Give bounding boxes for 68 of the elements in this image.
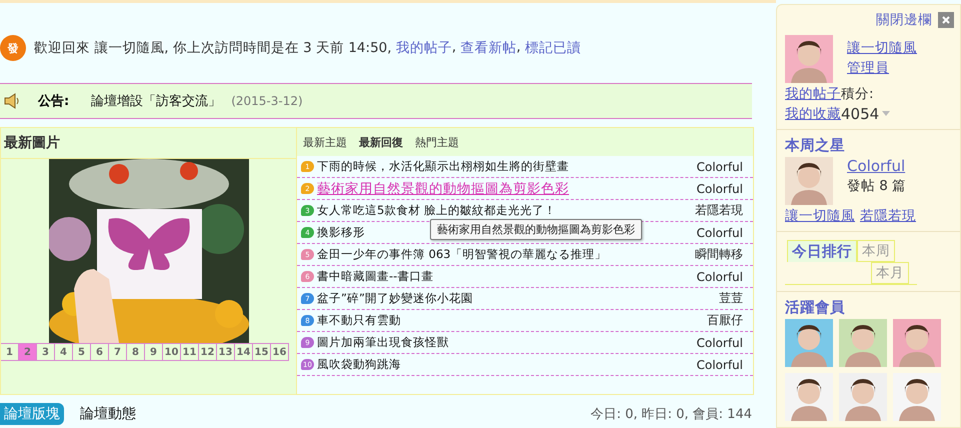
page-number[interactable]: 5 [73,343,91,361]
forum-logo-icon: 發 [0,35,26,61]
user-link[interactable]: 若隱若現 [860,207,916,225]
ranking-tab[interactable]: 本周 [857,240,895,262]
topic-link[interactable]: 風吹袋動狗跳海 [317,357,694,372]
welcome-link[interactable]: 我的帖子 [396,39,452,57]
page-number[interactable]: 13 [217,343,235,361]
page-number[interactable]: 9 [145,343,163,361]
topic-author: 百厭仔 [707,312,743,329]
topic-author: 瞬間轉移 [695,246,743,263]
page-number[interactable]: 16 [271,343,289,361]
user-link[interactable]: 讓一切隨風 [847,39,917,57]
topic-author: 荳荳 [719,290,743,307]
points-label: 積分: [841,85,874,103]
role-link[interactable]: 管理員 [847,59,917,77]
announcement-date: (2015-3-12) [231,94,303,108]
section-title: 本周之星 [785,136,846,155]
tooltip: 藝術家用自然景觀的動物摳圖為剪影色彩 [430,219,642,240]
topic-link[interactable]: 女人常吃這5款食材 臉上的皺紋都走光光了！ [317,203,692,218]
topic-tab[interactable]: 熱門主題 [415,134,459,150]
topic-author: Colorful [696,358,743,372]
my-posts-link[interactable]: 我的帖子 [785,85,841,103]
user-link[interactable]: 讓一切隨風 [785,207,855,225]
topic-author: Colorful [696,226,743,240]
topic-author: Colorful [696,182,743,196]
topic-author: Colorful [696,160,743,174]
page-number[interactable]: 10 [163,343,181,361]
ranking-tab[interactable]: 本月 [871,262,909,284]
topic-author: Colorful [696,336,743,350]
topic-tab[interactable]: 最新回復 [359,134,403,150]
topic-author: 若隱若現 [695,202,743,219]
forum-stats: 今日: 0, 昨日: 0, 會員: 144 [590,406,752,423]
welcome-text: 歡迎回來 讓一切隨風, 你上次訪問時間是在 3 天前 14:50, [34,39,393,57]
post-count: 發帖 8 篇 [847,177,906,195]
star-user-link[interactable]: Colorful [847,157,906,175]
comma: , [516,39,522,57]
announcement-label: 公告: [38,92,70,110]
section-title: 活躍會員 [785,298,846,317]
topic-author: Colorful [696,270,743,284]
page-number[interactable]: 4 [55,343,73,361]
comma: , [452,39,458,57]
page-number[interactable]: 8 [127,343,145,361]
page-number[interactable]: 7 [109,343,127,361]
page-number[interactable]: 11 [181,343,199,361]
page-number[interactable]: 15 [253,343,271,361]
ranking-tab[interactable]: 今日排行 [787,240,857,262]
close-sidebar-link[interactable]: 關閉邊欄 [876,11,932,29]
welcome-link[interactable]: 標記已讀 [525,39,582,57]
topic-link[interactable]: 書中暗藏圖畫--書口畫 [317,269,694,284]
points-value: 4054 [841,105,880,123]
section-tab[interactable]: 論壇版塊 [0,403,64,425]
announcement-link[interactable]: 論壇增設「訪客交流」 [91,92,222,110]
welcome-link[interactable]: 查看新帖 [460,39,516,57]
topic-link[interactable]: 金田一少年の事件簿 063「明智警視の華麗なる推理」 [317,247,692,262]
topic-tab[interactable]: 最新主題 [303,134,347,150]
close-icon[interactable] [938,12,954,28]
page-number[interactable]: 12 [199,343,217,361]
page-number[interactable]: 3 [37,343,55,361]
topic-link[interactable]: 圖片加兩筆出現食孩怪獸 [317,335,694,350]
section-tab[interactable]: 論壇動態 [76,403,140,425]
topic-link[interactable]: 藝術家用自然景觀的動物摳圖為剪影色彩 [317,180,694,198]
caret-icon[interactable] [882,111,890,117]
topic-link[interactable]: 下雨的時候，水活化顯示出栩栩如生將的街壁畫 [317,159,694,174]
page-number[interactable]: 14 [235,343,253,361]
topic-link[interactable]: 盆子”碎”開了妙變迷你小花園 [317,291,716,306]
page-number[interactable]: 6 [91,343,109,361]
favorites-link[interactable]: 我的收藏 [785,105,841,123]
topic-link[interactable]: 車不動只有雲動 [317,313,704,328]
